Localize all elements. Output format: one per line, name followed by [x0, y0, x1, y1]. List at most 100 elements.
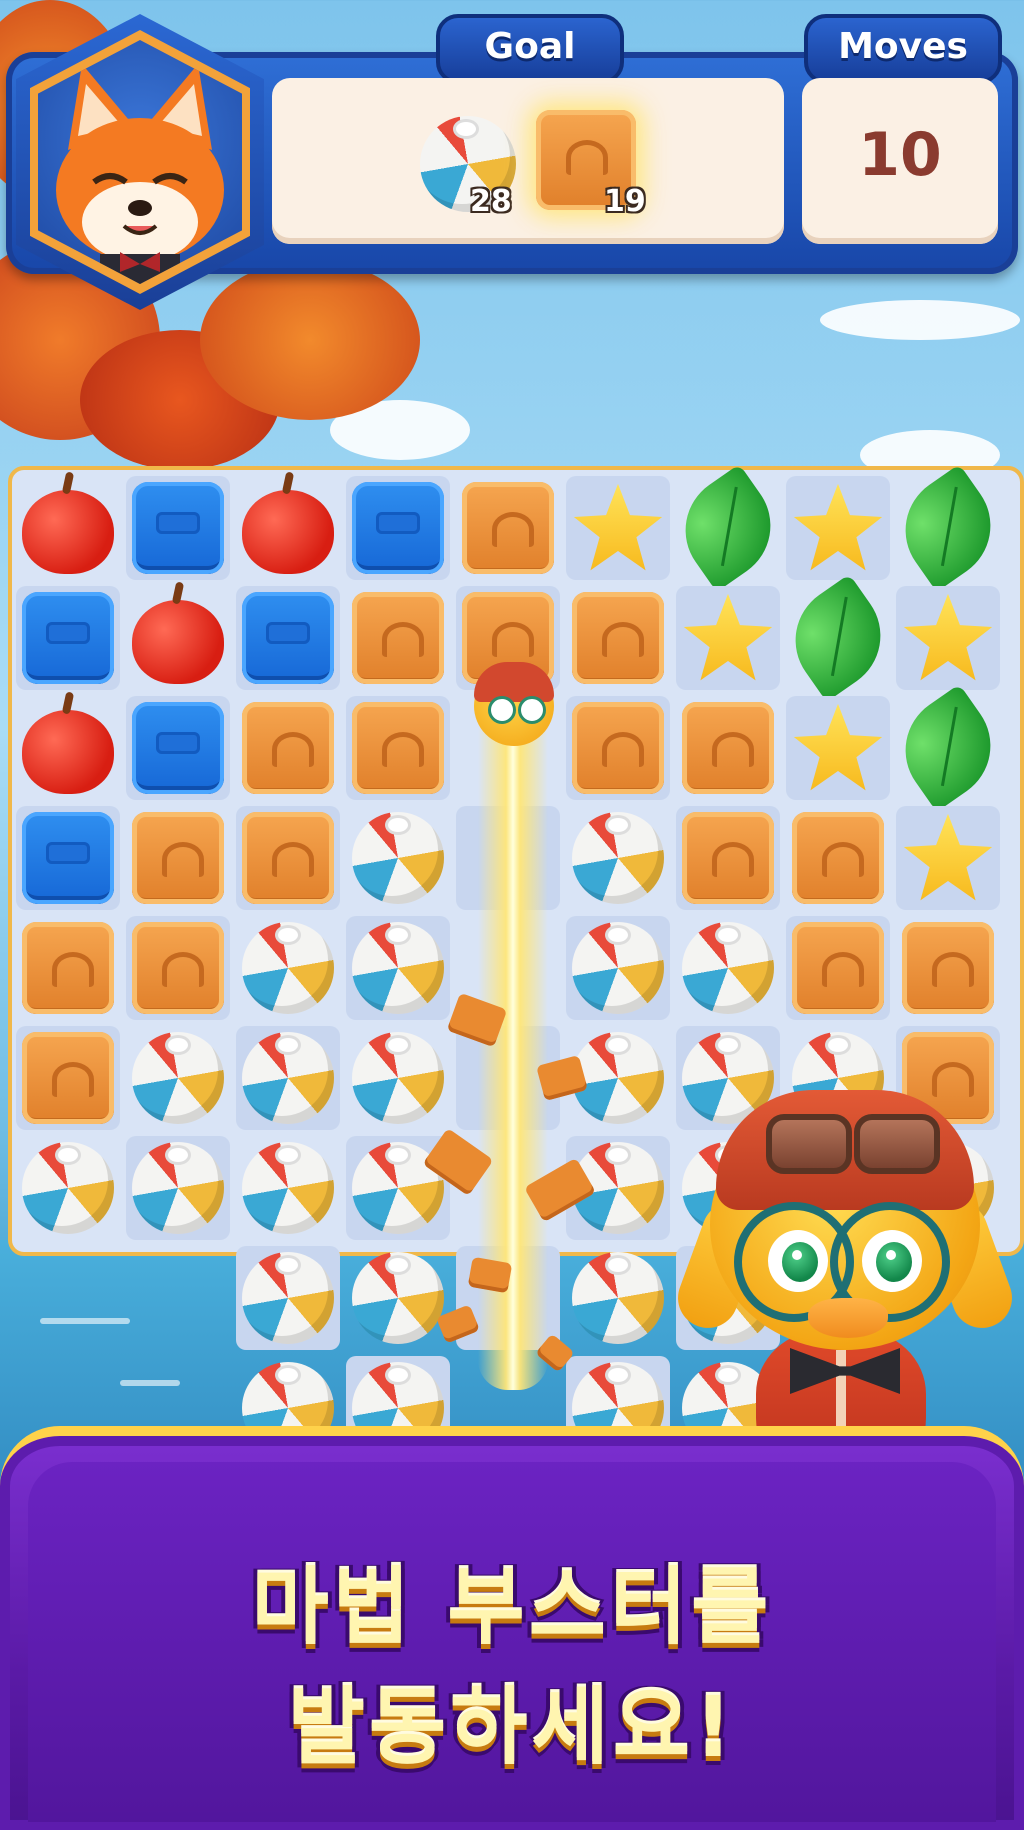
ball-tile-icon	[22, 1142, 114, 1234]
board-cell[interactable]	[126, 696, 230, 800]
board-cell[interactable]	[566, 806, 670, 910]
ball-tile-icon	[352, 1252, 444, 1344]
board-cell[interactable]	[126, 1026, 230, 1130]
pilot-duck-booster[interactable]	[466, 656, 562, 768]
star-tile-icon	[683, 593, 773, 681]
crate-tile-icon	[682, 702, 774, 794]
board-cell[interactable]	[786, 696, 890, 800]
ball-tile-icon	[352, 1032, 444, 1124]
board-cell[interactable]	[676, 916, 780, 1020]
ball-tile-icon	[572, 812, 664, 904]
board-cell[interactable]	[566, 1246, 670, 1350]
board-cell[interactable]	[346, 806, 450, 910]
board-cell[interactable]	[456, 476, 560, 580]
board-cell[interactable]	[676, 806, 780, 910]
block-tile-icon	[242, 592, 334, 684]
board-cell[interactable]	[676, 696, 780, 800]
banner-line-1: 마법 부스터를	[251, 1558, 773, 1656]
board-cell[interactable]	[236, 1136, 340, 1240]
board-cell[interactable]	[566, 696, 670, 800]
crate-tile-icon	[792, 922, 884, 1014]
crate-tile-icon	[242, 812, 334, 904]
crate-tile-icon	[22, 1032, 114, 1124]
board-cell[interactable]	[126, 476, 230, 580]
ball-tile-icon	[682, 922, 774, 1014]
board-cell[interactable]	[346, 476, 450, 580]
board-cell[interactable]	[346, 586, 450, 690]
apple-tile-icon	[22, 710, 114, 794]
apple-tile-icon	[132, 600, 224, 684]
block-tile-icon	[132, 482, 224, 574]
board-cell[interactable]	[566, 586, 670, 690]
moves-counter: 10	[858, 120, 942, 190]
star-tile-icon	[793, 483, 883, 571]
board-cell[interactable]	[896, 916, 1000, 1020]
board-cell[interactable]	[566, 476, 670, 580]
board-cell[interactable]	[346, 1246, 450, 1350]
board-cell[interactable]	[896, 586, 1000, 690]
ball-tile-icon	[242, 922, 334, 1014]
block-tile-icon	[22, 812, 114, 904]
board-cell[interactable]	[566, 916, 670, 1020]
duck-beak	[808, 1298, 888, 1338]
board-cell[interactable]	[16, 586, 120, 690]
goal-count-beach-ball: 28	[470, 184, 512, 219]
goal-count-crate: 19	[604, 184, 646, 219]
board-cell[interactable]	[236, 806, 340, 910]
board-cell[interactable]	[773, 573, 903, 703]
board-cell[interactable]	[883, 463, 1013, 593]
crate-tile-icon	[792, 812, 884, 904]
board-cell[interactable]	[676, 586, 780, 690]
tree-foliage	[200, 260, 420, 420]
board-cell[interactable]	[126, 586, 230, 690]
block-tile-icon	[22, 592, 114, 684]
board-cell[interactable]	[346, 1026, 450, 1130]
duck-cap	[474, 662, 554, 702]
duck-eye	[488, 696, 516, 724]
star-tile-icon	[793, 703, 883, 791]
board-cell[interactable]	[126, 806, 230, 910]
crate-tile-icon	[352, 702, 444, 794]
board-cell[interactable]	[16, 806, 120, 910]
ball-tile-icon	[572, 922, 664, 1014]
apple-tile-icon	[22, 490, 114, 574]
goggle-right	[854, 1114, 940, 1174]
goal-panel	[272, 78, 784, 244]
ball-tile-icon	[132, 1032, 224, 1124]
sky-cloud	[820, 300, 1020, 340]
board-cell[interactable]	[786, 476, 890, 580]
ball-tile-icon	[242, 1142, 334, 1234]
board-cell[interactable]	[236, 1026, 340, 1130]
leaf-tile-icon	[663, 463, 793, 593]
board-cell[interactable]	[126, 916, 230, 1020]
ball-tile-icon	[132, 1142, 224, 1234]
crate-tile-icon	[572, 702, 664, 794]
board-cell[interactable]	[236, 696, 340, 800]
board-cell[interactable]	[663, 463, 793, 593]
board-cell[interactable]	[236, 476, 340, 580]
board-cell[interactable]	[236, 916, 340, 1020]
board-cell[interactable]	[236, 1246, 340, 1350]
board-cell[interactable]	[16, 1136, 120, 1240]
ball-tile-icon	[242, 1252, 334, 1344]
crate-tile-icon	[462, 482, 554, 574]
board-cell[interactable]	[883, 683, 1013, 813]
board-cell[interactable]	[236, 586, 340, 690]
ball-tile-icon	[352, 922, 444, 1014]
crate-tile-icon	[682, 812, 774, 904]
crate-tile-icon	[242, 702, 334, 794]
leaf-tile-icon	[773, 573, 903, 703]
board-cell[interactable]	[896, 806, 1000, 910]
moves-label-tag: Moves	[804, 14, 1002, 84]
board-cell[interactable]	[786, 916, 890, 1020]
board-cell[interactable]	[16, 476, 120, 580]
block-tile-icon	[132, 702, 224, 794]
ball-tile-icon	[572, 1032, 664, 1124]
board-cell[interactable]	[346, 916, 450, 1020]
board-cell[interactable]	[786, 806, 890, 910]
board-cell[interactable]	[16, 696, 120, 800]
board-cell[interactable]	[16, 916, 120, 1020]
board-cell[interactable]	[16, 1026, 120, 1130]
board-cell[interactable]	[126, 1136, 230, 1240]
board-cell[interactable]	[346, 696, 450, 800]
